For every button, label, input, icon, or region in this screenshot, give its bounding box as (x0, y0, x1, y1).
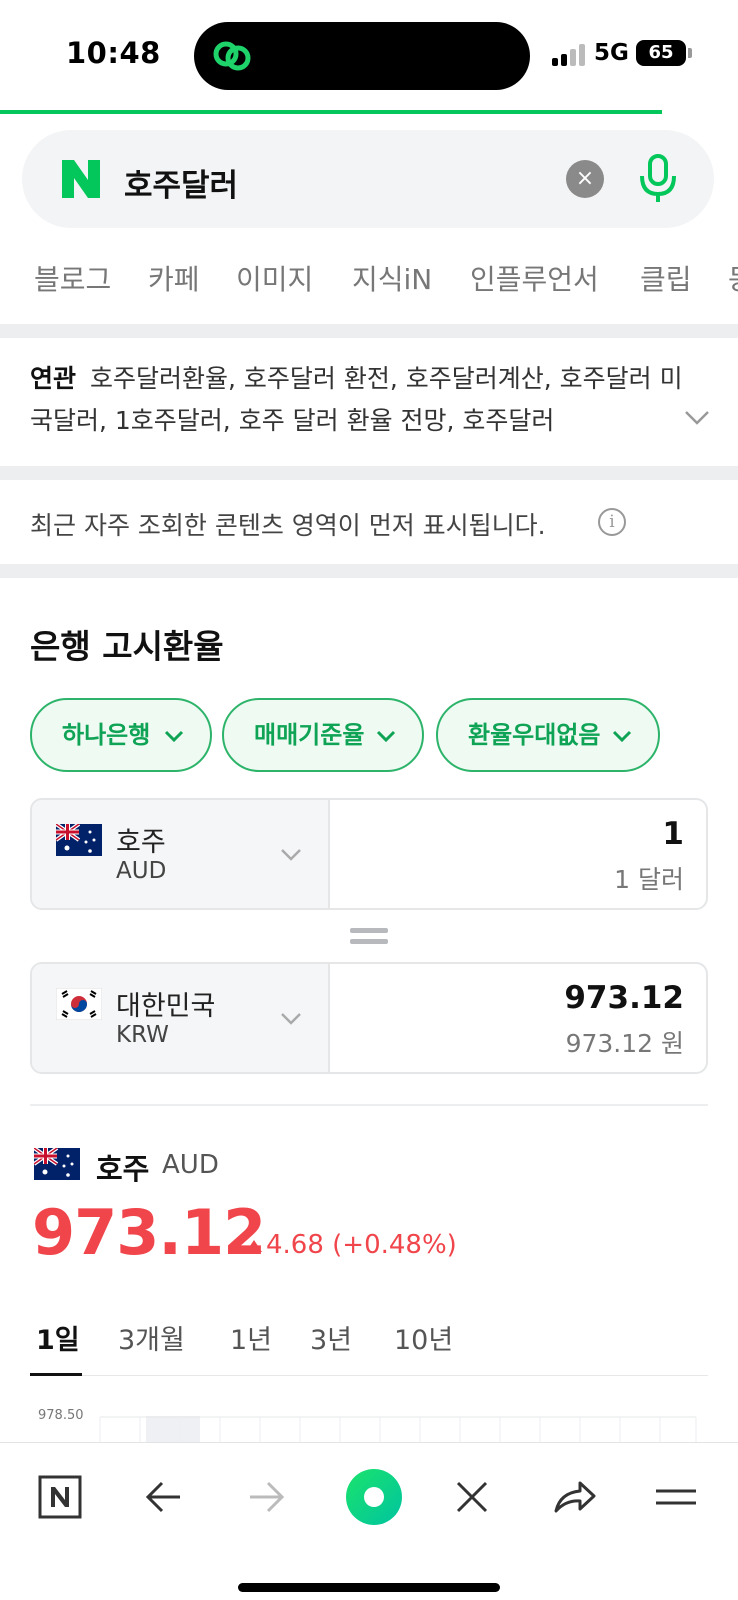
related-keywords[interactable]: 호주달러환율, 호주달러 환전, 호주달러계산, 호주달러 미국달러, 1호주달… (30, 364, 683, 435)
tab-influencer[interactable]: 인플루언서 (470, 258, 599, 298)
status-time: 10:48 (66, 36, 161, 70)
chart-grid (99, 1416, 697, 1442)
period-tab-1d[interactable]: 1일 (36, 1318, 80, 1357)
info-icon[interactable]: i (598, 508, 626, 536)
notice-text: 최근 자주 조회한 콘텐츠 영역이 먼저 표시됩니다. (30, 511, 546, 540)
converter-from: 호주 AUD 1 1 달러 (30, 798, 708, 910)
naver-home-icon[interactable] (30, 1467, 90, 1527)
section-divider (0, 466, 738, 480)
page-load-progress (0, 110, 662, 114)
korea-flag-icon (56, 988, 102, 1020)
period-tab-3m[interactable]: 3개월 (118, 1318, 185, 1357)
to-currency-name: 대한민국 (116, 991, 216, 1022)
equals-icon (350, 928, 388, 946)
forward-arrow-icon[interactable] (236, 1467, 296, 1527)
search-category-tabs: 블로그 카페 이미지 지식iN 인플루언서 클립 동 (0, 250, 738, 320)
from-currency-code: AUD (116, 858, 167, 884)
australia-flag-icon (56, 824, 102, 856)
dynamic-island (194, 22, 530, 90)
to-amount-input[interactable]: 973.12 (564, 980, 684, 1016)
period-tab-3y[interactable]: 3년 (310, 1318, 352, 1357)
bank-filter-button[interactable]: 하나은행 (30, 698, 212, 772)
rate-type-filter-label: 매매기준율 (254, 721, 365, 749)
australia-flag-icon (34, 1148, 80, 1180)
back-arrow-icon[interactable] (134, 1467, 194, 1527)
chevron-down-icon (281, 1013, 301, 1025)
section-title: 은행 고시환율 (30, 627, 224, 666)
clear-search-button[interactable]: × (566, 160, 604, 198)
chevron-down-icon (376, 730, 396, 742)
from-amount-text: 1 달러 (614, 865, 684, 894)
chevron-down-icon (612, 730, 632, 742)
up-arrow-icon (246, 1240, 262, 1252)
from-currency-name: 호주 (116, 827, 166, 858)
tab-more[interactable]: 동 (728, 258, 738, 298)
converter-to: 대한민국 KRW 973.12 973.12 원 (30, 962, 708, 1074)
tab-cafe[interactable]: 카페 (148, 258, 200, 298)
divider (30, 1104, 708, 1106)
link-app-icon (213, 41, 251, 71)
period-tab-1y[interactable]: 1년 (230, 1318, 272, 1357)
rate-type-filter-button[interactable]: 매매기준율 (222, 698, 424, 772)
close-icon[interactable] (442, 1467, 502, 1527)
search-bar[interactable]: 호주달러 × (22, 130, 714, 228)
period-tab-10y[interactable]: 10년 (394, 1318, 453, 1357)
search-input[interactable]: 호주달러 (124, 160, 238, 205)
chart-y-tick-label: 978.50 (38, 1408, 84, 1423)
section-divider (0, 564, 738, 578)
related-label: 연관 (30, 364, 77, 393)
to-amount-text: 973.12 원 (565, 1029, 684, 1058)
share-icon[interactable] (544, 1467, 604, 1527)
tab-image[interactable]: 이미지 (236, 258, 313, 298)
network-type: 5G (594, 40, 629, 66)
related-searches: 연관 호주달러환율, 호주달러 환전, 호주달러계산, 호주달러 미국달러, 1호… (0, 338, 738, 468)
from-amount-input[interactable]: 1 (662, 816, 684, 852)
naver-logo-icon[interactable] (60, 158, 102, 200)
battery-icon: 65 (636, 40, 692, 66)
related-list[interactable]: 연관 호주달러환율, 호주달러 환전, 호주달러계산, 호주달러 미국달러, 1호… (30, 358, 690, 442)
currency-select-from[interactable]: 호주 AUD (32, 800, 330, 908)
microphone-icon[interactable] (636, 152, 680, 206)
rate-change: 4.68 (+0.48%) (266, 1230, 457, 1260)
tab-blog[interactable]: 블로그 (34, 258, 111, 298)
bottom-toolbar (0, 1442, 738, 1600)
discount-filter-button[interactable]: 환율우대없음 (436, 698, 660, 772)
currency-select-to[interactable]: 대한민국 KRW (32, 964, 330, 1072)
signal-icon (552, 44, 588, 66)
home-indicator (238, 1583, 500, 1592)
period-tabs-baseline (30, 1375, 708, 1376)
chevron-down-icon (164, 730, 184, 742)
tab-kin[interactable]: 지식iN (352, 258, 432, 298)
section-divider (0, 324, 738, 338)
status-bar: 10:48 5G 65 (0, 0, 738, 108)
tab-clip[interactable]: 클립 (640, 258, 692, 298)
chevron-down-icon (281, 849, 301, 861)
rate-country: 호주 (96, 1152, 150, 1186)
active-period-indicator (30, 1373, 82, 1376)
rate-chart[interactable]: 978.50 (0, 1400, 738, 1442)
discount-filter-label: 환율우대없음 (468, 721, 601, 749)
rate-currency-code: AUD (162, 1150, 219, 1180)
green-dot-icon[interactable] (336, 1459, 412, 1535)
rate-value: 973.12 (32, 1196, 266, 1269)
menu-icon[interactable] (646, 1467, 706, 1527)
chevron-down-icon[interactable] (684, 410, 710, 426)
to-currency-code: KRW (116, 1022, 169, 1048)
bank-filter-label: 하나은행 (62, 721, 151, 749)
